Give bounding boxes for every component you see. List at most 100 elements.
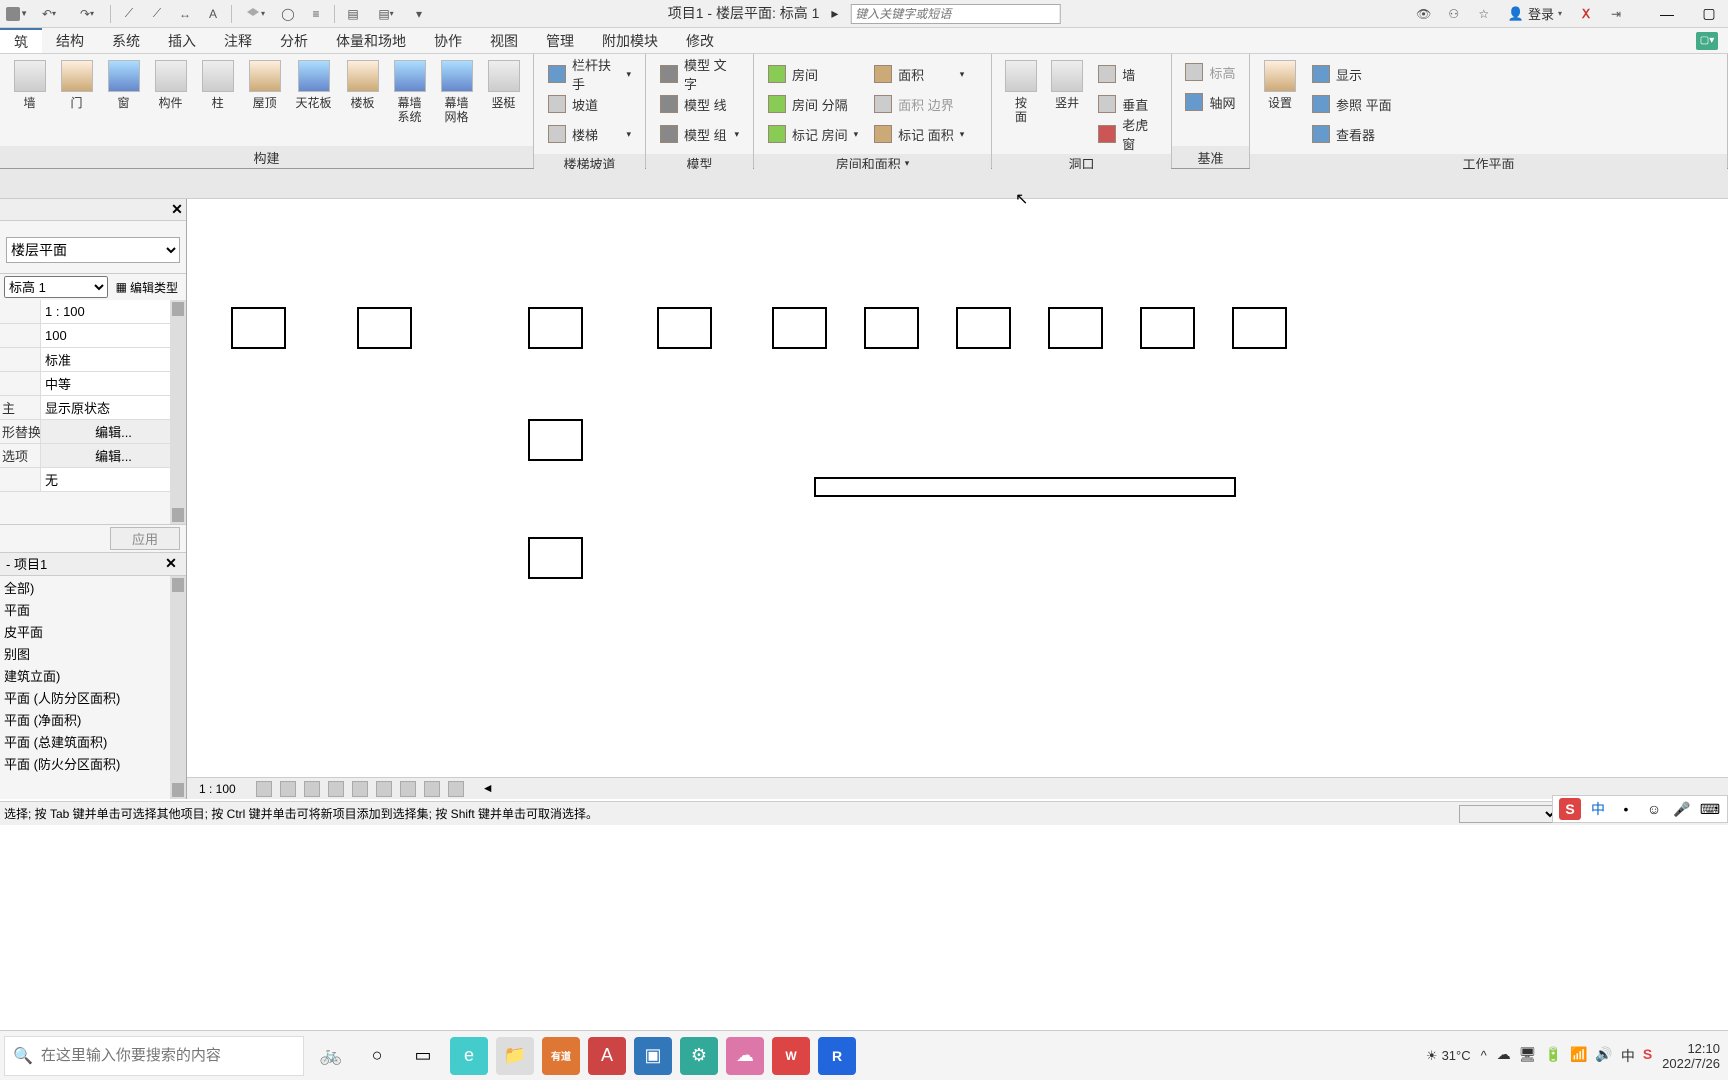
drawn-rectangle[interactable]	[357, 307, 412, 349]
tab-systems[interactable]: 系统	[98, 28, 154, 53]
room-button[interactable]: 房间	[764, 60, 862, 88]
revit-icon[interactable]: R	[818, 1037, 856, 1075]
tray-ime-icon[interactable]: 中	[1621, 1046, 1635, 1066]
unhide-icon[interactable]	[424, 781, 440, 797]
temp-hide-icon[interactable]	[448, 781, 464, 797]
stair-button[interactable]: 楼梯▾	[544, 120, 635, 148]
tab-modify[interactable]: 修改	[672, 28, 728, 53]
tag-room-button[interactable]: 标记 房间▾	[764, 120, 862, 148]
thin-lines-button[interactable]: ≡	[304, 3, 328, 25]
ime-emoji-button[interactable]: ☺	[1643, 798, 1665, 820]
drawn-rectangle[interactable]	[1048, 307, 1103, 349]
ref-plane-button[interactable]: 参照 平面	[1308, 90, 1396, 118]
tab-insert[interactable]: 插入	[154, 28, 210, 53]
prop-row-scale-value[interactable]: 100	[0, 324, 186, 348]
browser-item[interactable]: 皮平面	[0, 622, 186, 644]
railing-button[interactable]: 栏杆扶手▾	[544, 60, 635, 88]
ime-punct-button[interactable]: •	[1615, 798, 1637, 820]
scroll-thumb-top[interactable]	[172, 302, 184, 316]
3d-view-button[interactable]: ▾	[238, 3, 272, 25]
measure-button[interactable]: ⟋	[117, 3, 141, 25]
wall-opening-button[interactable]: 墙	[1094, 60, 1161, 88]
exchange-icon[interactable]: Ⅹ	[1574, 3, 1598, 25]
tray-sogou-icon[interactable]: S	[1643, 1046, 1652, 1066]
drawn-rectangle[interactable]	[657, 307, 712, 349]
selection-filter-select[interactable]	[1459, 805, 1559, 823]
browser-item[interactable]: 平面 (防火分区面积)	[0, 754, 186, 776]
grid-button[interactable]: 轴网	[1181, 88, 1239, 116]
scroll-thumb-bottom[interactable]	[172, 508, 184, 522]
curtain-grid-button[interactable]: 幕墙 网格	[433, 58, 480, 126]
drawn-rectangle[interactable]	[772, 307, 827, 349]
detail-level-icon[interactable]	[256, 781, 272, 797]
close-windows-button[interactable]: ▤	[341, 3, 365, 25]
edit-type-button[interactable]: ▦ 编辑类型	[112, 277, 182, 298]
drawn-rectangle[interactable]	[1140, 307, 1195, 349]
more-button[interactable]: ▾	[407, 3, 431, 25]
apply-button[interactable]: 应用	[110, 527, 180, 550]
section-button[interactable]: ◯	[276, 3, 300, 25]
view-type-select[interactable]: 楼层平面	[6, 237, 180, 263]
expand-icon[interactable]: ⇥	[1604, 3, 1628, 25]
redo-button[interactable]: ↷▾	[70, 3, 104, 25]
title-arrow-icon[interactable]: ▸	[831, 5, 838, 21]
login-button[interactable]: 👤 登录 ▾	[1502, 4, 1568, 23]
crop-icon[interactable]	[376, 781, 392, 797]
tab-view[interactable]: 视图	[476, 28, 532, 53]
drawn-rectangle[interactable]	[864, 307, 919, 349]
drawn-rectangle[interactable]	[814, 477, 1236, 497]
weather-widget[interactable]: ☀ 31°C	[1426, 1048, 1471, 1064]
drawn-rectangle[interactable]	[528, 419, 583, 461]
browser-scrollbar[interactable]	[170, 576, 186, 800]
tray-volume-icon[interactable]: 🔊	[1595, 1046, 1612, 1066]
cortana-icon[interactable]: ○	[358, 1037, 396, 1075]
shaft-button[interactable]: 竖井	[1044, 58, 1090, 112]
drawn-rectangle[interactable]	[956, 307, 1011, 349]
close-browser-button[interactable]: ✕	[162, 555, 180, 573]
prop-row-override[interactable]: 形替换编辑...	[0, 420, 186, 444]
wps-icon[interactable]: W	[772, 1037, 810, 1075]
floor-button[interactable]: 楼板	[339, 58, 386, 112]
browser-item[interactable]: 全部)	[0, 578, 186, 600]
tab-collaborate[interactable]: 协作	[420, 28, 476, 53]
browser-item[interactable]: 平面	[0, 600, 186, 622]
browser-item[interactable]: 平面 (净面积)	[0, 710, 186, 732]
task-view-icon[interactable]: ▭	[404, 1037, 442, 1075]
tab-massing[interactable]: 体量和场地	[322, 28, 420, 53]
tab-analyze[interactable]: 分析	[266, 28, 322, 53]
autocad-icon[interactable]: A	[588, 1037, 626, 1075]
browser-item[interactable]: 平面 (总建筑面积)	[0, 732, 186, 754]
component-button[interactable]: 构件	[147, 58, 194, 112]
door-button[interactable]: 门	[53, 58, 100, 112]
ime-lang-button[interactable]: 中	[1587, 798, 1609, 820]
model-group-button[interactable]: 模型 组▾	[656, 120, 743, 148]
column-button[interactable]: 柱	[194, 58, 241, 112]
scroll-left-icon[interactable]: ◄	[482, 781, 494, 797]
browser-item[interactable]: 别图	[0, 644, 186, 666]
curtain-system-button[interactable]: 幕墙 系统	[386, 58, 433, 126]
tab-addins[interactable]: 附加模块	[588, 28, 672, 53]
dimension-button[interactable]: ↔	[173, 3, 197, 25]
text-button[interactable]: A	[201, 3, 225, 25]
search-icon[interactable]: 👁	[1412, 3, 1436, 25]
viewer-button[interactable]: 查看器	[1308, 120, 1396, 148]
scale-input[interactable]	[45, 304, 182, 319]
youdao-icon[interactable]: 有道	[542, 1037, 580, 1075]
model-line-button[interactable]: 模型 线	[656, 90, 743, 118]
communicate-icon[interactable]: ⚇	[1442, 3, 1466, 25]
by-face-button[interactable]: 按 面	[998, 58, 1044, 126]
undo-button[interactable]: ↶▾	[32, 3, 66, 25]
sogou-icon[interactable]: S	[1559, 798, 1581, 820]
prop-row-discipline[interactable]: 标准	[0, 348, 186, 372]
area-button[interactable]: 面积▾	[870, 60, 968, 88]
ime-voice-button[interactable]: 🎤	[1671, 798, 1693, 820]
ime-toolbar[interactable]: S 中 • ☺ 🎤 ⌨	[1552, 795, 1728, 823]
drawing-canvas[interactable]: ↖	[187, 199, 1728, 777]
prop-row-scale[interactable]	[0, 300, 186, 324]
tray-wifi-icon[interactable]: 📶	[1570, 1046, 1587, 1066]
minimize-button[interactable]: —	[1652, 3, 1682, 25]
model-text-button[interactable]: 模型 文字	[656, 60, 743, 88]
taskbar-search[interactable]: 🔍	[4, 1036, 304, 1076]
visual-style-icon[interactable]	[280, 781, 296, 797]
drawn-rectangle[interactable]	[231, 307, 286, 349]
